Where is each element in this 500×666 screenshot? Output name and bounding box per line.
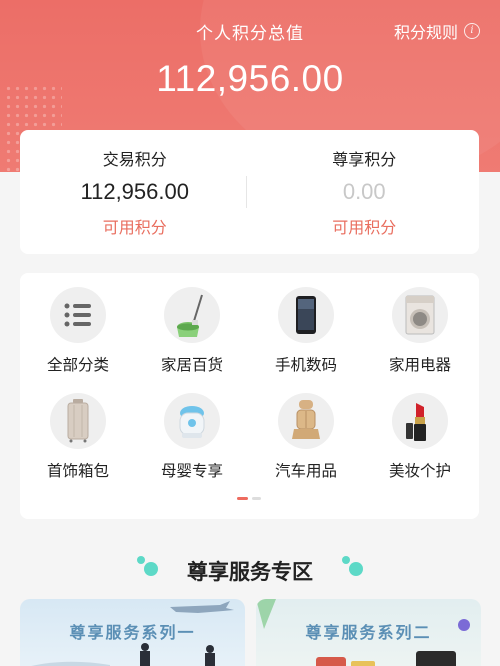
- category-label: 家居百货: [160, 356, 223, 374]
- category-item-baby[interactable]: 母婴专享: [142, 393, 242, 481]
- washing-machine-icon: [392, 287, 448, 343]
- divider: [246, 176, 247, 208]
- vip-points-section[interactable]: 尊享积分 0.00 可用积分: [250, 130, 480, 254]
- service-banner-1[interactable]: 尊享服务系列一: [20, 599, 245, 666]
- category-label: 美妆个护: [388, 462, 451, 480]
- trade-points-value: 112,956.00: [80, 179, 189, 204]
- list-icon: [50, 287, 106, 343]
- points-summary-card: 交易积分 112,956.00 可用积分 尊享积分 0.00 可用积分: [20, 130, 479, 254]
- section-title: 尊享服务专区: [187, 560, 313, 584]
- category-label: 家用电器: [388, 356, 451, 374]
- carousel-pager: [237, 497, 261, 500]
- category-item-car[interactable]: 汽车用品: [256, 393, 356, 481]
- decoration-dot: [349, 562, 363, 576]
- page-title: 个人积分总值: [196, 24, 304, 44]
- category-item-beauty[interactable]: 美妆个护: [370, 393, 470, 481]
- banner-title: 尊享服务系列二: [305, 623, 432, 642]
- decoration-dot: [342, 556, 350, 564]
- category-item-phone[interactable]: 手机数码: [256, 287, 356, 375]
- lipstick-icon: [392, 393, 448, 449]
- pager-dot[interactable]: [252, 497, 261, 500]
- category-label: 全部分类: [46, 356, 109, 374]
- mop-bucket-icon: [164, 287, 220, 343]
- category-item-all[interactable]: 全部分类: [28, 287, 128, 375]
- banner-title: 尊享服务系列一: [69, 623, 196, 642]
- points-rules-link[interactable]: 积分规则 i: [394, 19, 480, 43]
- vip-points-available-label: 可用积分: [332, 218, 397, 237]
- category-label: 母婴专享: [160, 462, 223, 480]
- category-item-home[interactable]: 家居百货: [142, 287, 242, 375]
- baby-bottle-sterilizer-icon: [164, 393, 220, 449]
- category-item-jewelry-bags[interactable]: 首饰箱包: [28, 393, 128, 481]
- trade-points-section[interactable]: 交易积分 112,956.00 可用积分: [20, 130, 250, 254]
- trade-points-available-label: 可用积分: [102, 218, 167, 237]
- vip-points-label: 尊享积分: [332, 150, 397, 169]
- info-icon: i: [464, 23, 480, 39]
- category-label: 汽车用品: [274, 462, 337, 480]
- category-grid: 全部分类 家居百货 手机数码 家用电器 首饰箱包 母婴专享 汽车用品 美妆个护: [20, 273, 479, 519]
- points-rules-label: 积分规则: [393, 23, 458, 42]
- car-seat-icon: [278, 393, 334, 449]
- smartphone-icon: [278, 287, 334, 343]
- trade-points-label: 交易积分: [102, 150, 167, 169]
- suitcase-icon: [50, 393, 106, 449]
- vip-points-value: 0.00: [342, 179, 386, 204]
- total-points-value: 112,956.00: [156, 58, 344, 99]
- category-item-appliance[interactable]: 家用电器: [370, 287, 470, 375]
- category-label: 首饰箱包: [46, 462, 109, 480]
- category-label: 手机数码: [274, 356, 337, 374]
- pager-dot-active[interactable]: [237, 497, 248, 500]
- service-banner-2[interactable]: 尊享服务系列二: [256, 599, 481, 666]
